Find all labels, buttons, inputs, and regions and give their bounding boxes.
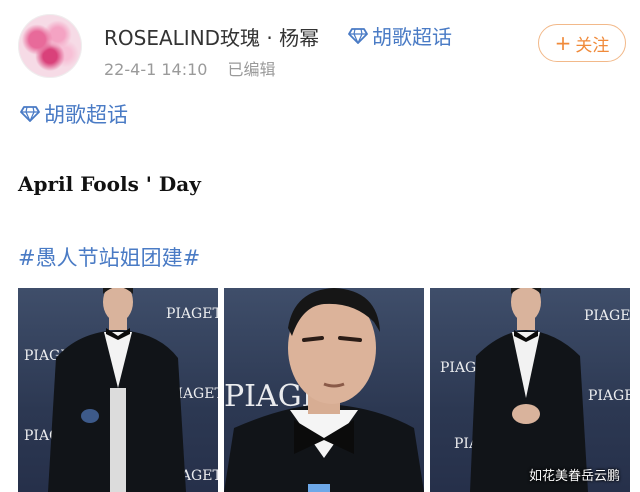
photo-1-image: PIAGET PIAGET PIAGET PIAGET PIAGET xyxy=(24,288,218,492)
post-title: April Fools ' Day xyxy=(18,172,201,196)
follow-button[interactable]: + 关注 xyxy=(538,24,626,62)
photo-2[interactable]: PIAGET xyxy=(224,288,424,492)
post-meta: 22-4-1 14:10 已编辑 xyxy=(104,56,275,80)
watermark: 如花美眷岳云鹏 xyxy=(528,469,620,484)
photo-2-image: PIAGET xyxy=(224,288,424,492)
plus-icon: + xyxy=(554,31,572,55)
username[interactable]: ROSEALIND玫瑰 · 杨幂 xyxy=(104,22,319,51)
svg-text:PIAGET: PIAGET xyxy=(166,306,218,322)
diamond-icon xyxy=(20,106,40,122)
photo-3[interactable]: PIAGET PIAGET PIAGET PIAGET 如花美眷岳云鹏 xyxy=(430,288,630,492)
super-topic-chip[interactable]: 胡歌超话 xyxy=(348,21,452,50)
edited-label: 已编辑 xyxy=(227,60,276,79)
follow-label: 关注 xyxy=(575,35,610,56)
hashtag-link[interactable]: #愚人节站姐团建# xyxy=(18,242,200,272)
timestamp: 22-4-1 14:10 xyxy=(104,60,208,79)
user-avatar[interactable] xyxy=(18,14,82,78)
topic-link[interactable]: 胡歌超话 xyxy=(20,99,128,129)
svg-text:PIAGET: PIAGET xyxy=(588,388,630,404)
photo-3-image: PIAGET PIAGET PIAGET PIAGET xyxy=(440,288,630,492)
super-topic-chip-label: 胡歌超话 xyxy=(372,25,452,49)
svg-text:PIAGET: PIAGET xyxy=(584,308,630,324)
photo-1[interactable]: PIAGET PIAGET PIAGET PIAGET PIAGET xyxy=(18,288,218,492)
topic-link-label: 胡歌超话 xyxy=(44,103,128,127)
diamond-icon xyxy=(348,27,368,44)
